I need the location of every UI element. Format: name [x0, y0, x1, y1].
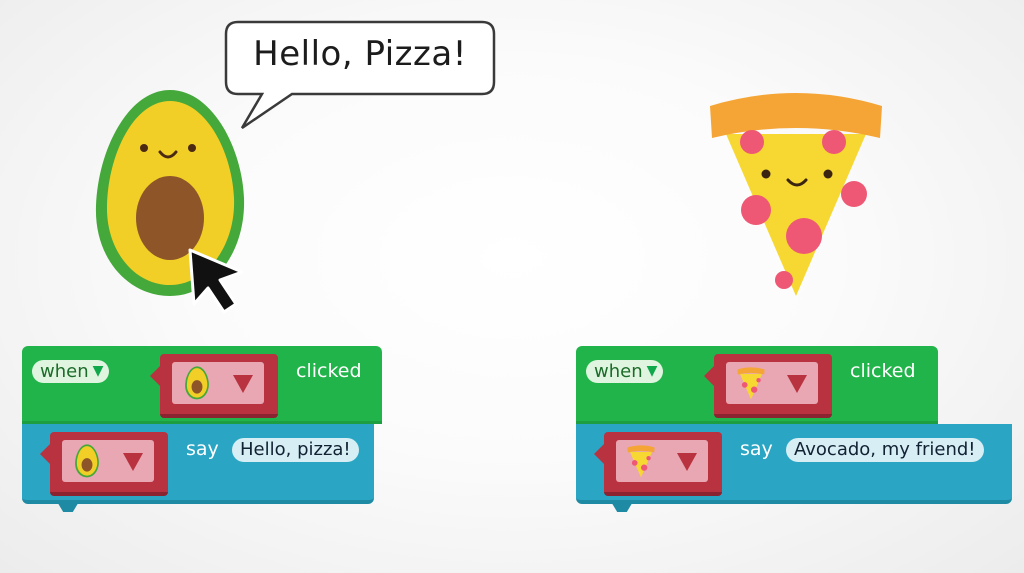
pizza-script: when ▼ clicked say Avocado, my friend!	[576, 346, 1016, 512]
when-label: when	[40, 361, 89, 382]
dropdown-arrow-icon	[787, 375, 807, 393]
say-sprite-selector-field	[62, 440, 154, 482]
say-sprite-selector-notch	[594, 444, 604, 464]
sprite-selector[interactable]	[150, 354, 278, 418]
when-clicked-block[interactable]: when ▼ clicked	[22, 346, 382, 424]
when-dropdown-arrow-icon: ▼	[646, 363, 658, 379]
pizza-thumb-icon	[737, 367, 765, 400]
pizza-sprite[interactable]	[704, 84, 888, 300]
say-block-notch	[610, 500, 634, 512]
when-dropdown[interactable]: when ▼	[586, 360, 664, 383]
sprite-selector-notch	[150, 366, 160, 386]
when-dropdown[interactable]: when ▼	[32, 360, 110, 383]
when-dropdown-arrow-icon: ▼	[92, 363, 104, 379]
speech-bubble: Hello, Pizza!	[224, 20, 496, 130]
speech-bubble-text: Hello, Pizza!	[253, 34, 467, 74]
dropdown-arrow-icon	[233, 375, 253, 393]
say-block[interactable]: say Hello, pizza!	[22, 424, 374, 512]
say-sprite-selector-field	[616, 440, 708, 482]
sprite-selector[interactable]	[704, 354, 832, 418]
sprite-selector-field	[172, 362, 264, 404]
sprite-selector-field	[726, 362, 818, 404]
say-message-input[interactable]: Hello, pizza!	[232, 438, 359, 462]
clicked-label: clicked	[296, 360, 362, 382]
say-label: say	[186, 438, 219, 460]
dropdown-arrow-icon	[123, 453, 143, 471]
say-block[interactable]: say Avocado, my friend!	[576, 424, 1012, 512]
pizza-thumb-icon	[627, 445, 655, 478]
say-label: say	[740, 438, 773, 460]
when-clicked-block[interactable]: when ▼ clicked	[576, 346, 938, 424]
clicked-label: clicked	[850, 360, 916, 382]
avocado-script: when ▼ clicked say Hello, pizza!	[22, 346, 384, 512]
dropdown-arrow-icon	[677, 453, 697, 471]
say-message-input[interactable]: Avocado, my friend!	[786, 438, 984, 462]
when-label: when	[594, 361, 643, 382]
say-block-notch	[56, 500, 80, 512]
avocado-thumb-icon	[75, 444, 99, 478]
mouse-cursor-icon	[186, 246, 248, 318]
avocado-thumb-icon	[185, 366, 209, 400]
pizza-icon	[710, 93, 882, 296]
say-sprite-selector[interactable]	[40, 432, 168, 496]
say-sprite-selector[interactable]	[594, 432, 722, 496]
say-sprite-selector-notch	[40, 444, 50, 464]
sprite-selector-notch	[704, 366, 714, 386]
